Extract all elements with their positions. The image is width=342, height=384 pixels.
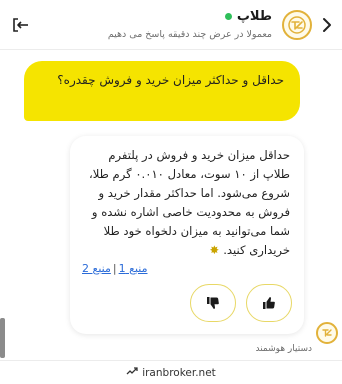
scrollbar-thumb[interactable] <box>0 318 5 358</box>
chevron-right-icon[interactable] <box>316 13 338 37</box>
source-separator: | <box>112 262 117 275</box>
feedback-buttons <box>190 284 292 322</box>
chat-subtitle: معمولا در عرض چند دقیقه پاسخ می دهیم <box>107 29 272 40</box>
assistant-avatar-icon <box>316 322 338 344</box>
sources-row: منبع 1|منبع 2 <box>82 262 290 275</box>
talap-logo-icon <box>282 10 312 40</box>
assistant-label: دستیار هوشمند <box>255 344 312 354</box>
bot-message-card: حداقل میزان خرید و فروش در پلتفرم طلاپ ا… <box>70 136 304 334</box>
chat-header: طلاپ معمولا در عرض چند دقیقه پاسخ می دهی… <box>0 0 342 50</box>
sparkle-icon: ✸ <box>209 243 220 257</box>
user-message-bubble: حداقل و حداکثر میزان خرید و فروش چقدره؟ <box>24 61 300 121</box>
online-status-dot <box>224 13 232 20</box>
bot-message-body: حداقل میزان خرید و فروش در پلتفرم طلاپ ا… <box>88 148 290 257</box>
chat-widget: طلاپ معمولا در عرض چند دقیقه پاسخ می دهی… <box>0 0 342 384</box>
thumbs-down-icon[interactable] <box>190 284 236 322</box>
bot-message-text: حداقل میزان خرید و فروش در پلتفرم طلاپ ا… <box>82 146 290 260</box>
source-link-1[interactable]: منبع 1 <box>119 262 148 275</box>
title-row: طلاپ <box>224 9 272 24</box>
exit-icon[interactable] <box>10 15 30 35</box>
footer-brand-link[interactable]: iranbroker.net <box>142 367 216 379</box>
thumbs-up-icon[interactable] <box>246 284 292 322</box>
footer: iranbroker.net <box>0 360 342 384</box>
chart-trend-icon <box>126 366 138 379</box>
chat-title: طلاپ <box>236 9 272 24</box>
source-link-2[interactable]: منبع 2 <box>82 262 111 275</box>
chat-messages[interactable]: حداقل و حداکثر میزان خرید و فروش چقدره؟ … <box>0 50 342 360</box>
